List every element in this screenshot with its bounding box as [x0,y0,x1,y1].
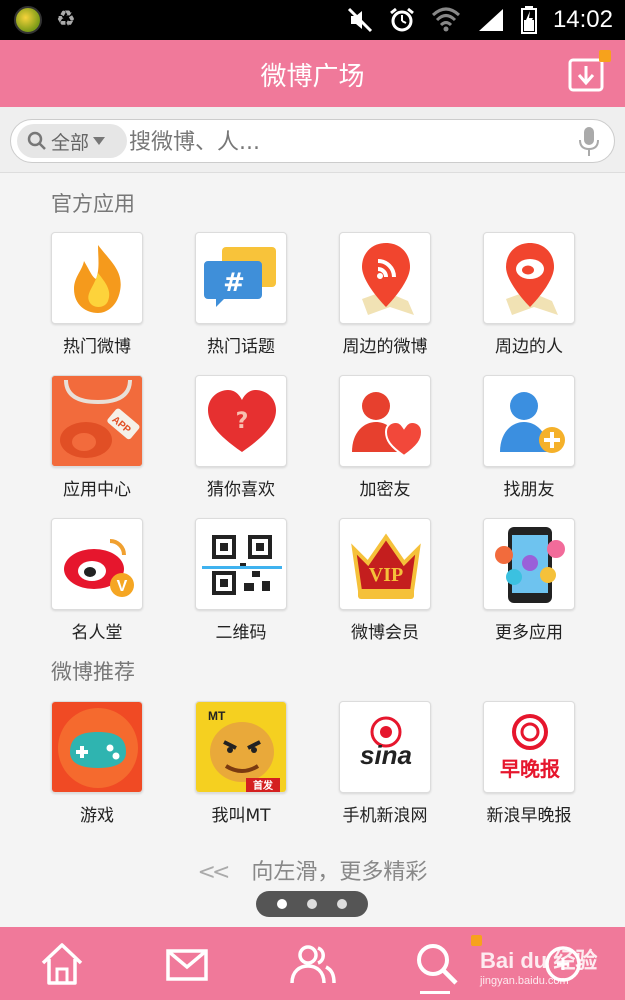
app-games[interactable]: 游戏 [32,701,162,826]
notification-app-icon [14,6,42,34]
location-map-icon [339,232,431,324]
app-label: 我叫MT [211,806,271,826]
sina-logo-icon: sina [339,701,431,793]
app-qr-code[interactable]: 二维码 [176,518,306,643]
nav-messages[interactable] [162,939,212,989]
search-icon [27,131,46,150]
mt-corner-text: MT [208,709,226,723]
app-label: 二维码 [215,623,267,643]
page-dot-active [277,899,287,909]
new-badge [599,50,611,62]
flame-icon [51,232,143,324]
app-more-apps[interactable]: 更多应用 [464,518,594,643]
mt-game-icon: 首发 MT [195,701,287,793]
person-heart-icon [339,375,431,467]
status-time: 14:02 [552,6,613,33]
app-sina-news-digest[interactable]: 早晚报 新浪早晚报 [464,701,594,826]
weibo-v-icon: V [51,518,143,610]
search-input[interactable] [129,127,569,157]
svg-text:?: ? [236,409,249,434]
search-scope-label: 全部 [51,131,90,154]
vip-crown-icon: VIP [339,518,431,610]
app-label: 新浪早晚报 [486,806,572,826]
mt-badge-text: 首发 [253,779,274,792]
nav-profile[interactable] [288,939,338,989]
search-box: 全部 [10,119,615,163]
app-guess-you-like[interactable]: ? 猜你喜欢 [176,375,306,500]
nav-home[interactable] [37,939,87,989]
page-indicator[interactable] [256,891,368,917]
nav-active-indicator [420,991,450,994]
zwb-text: 早晚报 [500,757,560,781]
phone-apps-icon [483,518,575,610]
hash-glyph: # [223,268,245,298]
app-label: 找朋友 [503,480,555,500]
app-label: 加密友 [359,480,411,500]
page-title: 微博广场 [260,62,365,92]
app-hot-topics[interactable]: # 热门话题 [176,232,306,357]
home-icon [41,943,83,985]
qr-code-icon [195,518,287,610]
app-label: 微博会员 [351,623,419,643]
app-label: 更多应用 [495,623,563,643]
swipe-hint: << 向左滑，更多精彩 [0,854,625,886]
alarm-icon [390,7,414,32]
app-label: 周边的微博 [342,337,428,357]
watermark-line1: Bai du 经验 [480,948,598,973]
app-hot-weibo[interactable]: 热门微博 [32,232,162,357]
mute-icon [347,7,372,33]
nav-discover[interactable] [412,939,462,989]
gamepad-icon [51,701,143,793]
watermark-line2: jingyan.baidu.com [480,975,569,987]
search-icon [417,944,458,985]
app-label: 应用中心 [63,480,131,500]
double-chevron-left-icon: << [197,860,231,885]
sina-digest-icon: 早晚报 [483,701,575,793]
vip-text: VIP [369,564,403,586]
app-find-friends[interactable]: 找朋友 [464,375,594,500]
location-weibo-icon [483,232,575,324]
app-nearby-weibo[interactable]: 周边的微博 [320,232,450,357]
hashtag-bubble-icon: # [195,232,287,324]
app-nearby-people[interactable]: 周边的人 [464,232,594,357]
search-bar: 全部 [0,107,625,173]
app-weibo-vip[interactable]: VIP 微博会员 [320,518,450,643]
wifi-icon [431,7,460,32]
heart-question-icon: ? [195,375,287,467]
app-label: 名人堂 [71,623,123,643]
app-label: 热门话题 [207,337,275,357]
app-sina-mobile[interactable]: sina 手机新浪网 [320,701,450,826]
battery-icon [520,6,537,34]
swipe-hint-text: 向左滑，更多精彩 [251,860,428,885]
sina-logo-text: sina [360,740,412,770]
microphone-icon[interactable] [578,126,600,158]
app-label: 猜你喜欢 [207,480,275,500]
mail-icon [166,949,208,981]
download-button[interactable] [567,50,611,94]
app-label: 热门微博 [63,337,131,357]
app-label: 手机新浪网 [342,806,428,826]
title-bar: 微博广场 [0,40,625,107]
watermark: Bai du 经验 jingyan.baidu.com [480,943,597,987]
app-center[interactable]: APP 应用中心 [32,375,162,500]
recycle-icon: ♻ [56,7,76,32]
chevron-down-icon [93,137,106,145]
app-add-close-friend[interactable]: 加密友 [320,375,450,500]
app-label: 周边的人 [495,337,563,357]
page-dot [337,899,347,909]
status-bar: ♻ 14:02 [0,0,625,40]
app-wojiao-mt[interactable]: 首发 MT 我叫MT [176,701,306,826]
page-dot [307,899,317,909]
users-icon [290,945,336,984]
search-scope-dropdown[interactable]: 全部 [17,124,127,158]
app-label: 游戏 [80,806,114,826]
v-badge-text: V [117,578,128,595]
signal-icon [478,9,503,31]
section-title-official: 官方应用 [51,192,135,216]
app-celebrity-hall[interactable]: V 名人堂 [32,518,162,643]
person-add-icon [483,375,575,467]
app-bag-icon: APP [51,375,143,467]
section-title-recommend: 微博推荐 [51,660,135,684]
bottom-nav: Bai du 经验 jingyan.baidu.com [0,927,625,1000]
